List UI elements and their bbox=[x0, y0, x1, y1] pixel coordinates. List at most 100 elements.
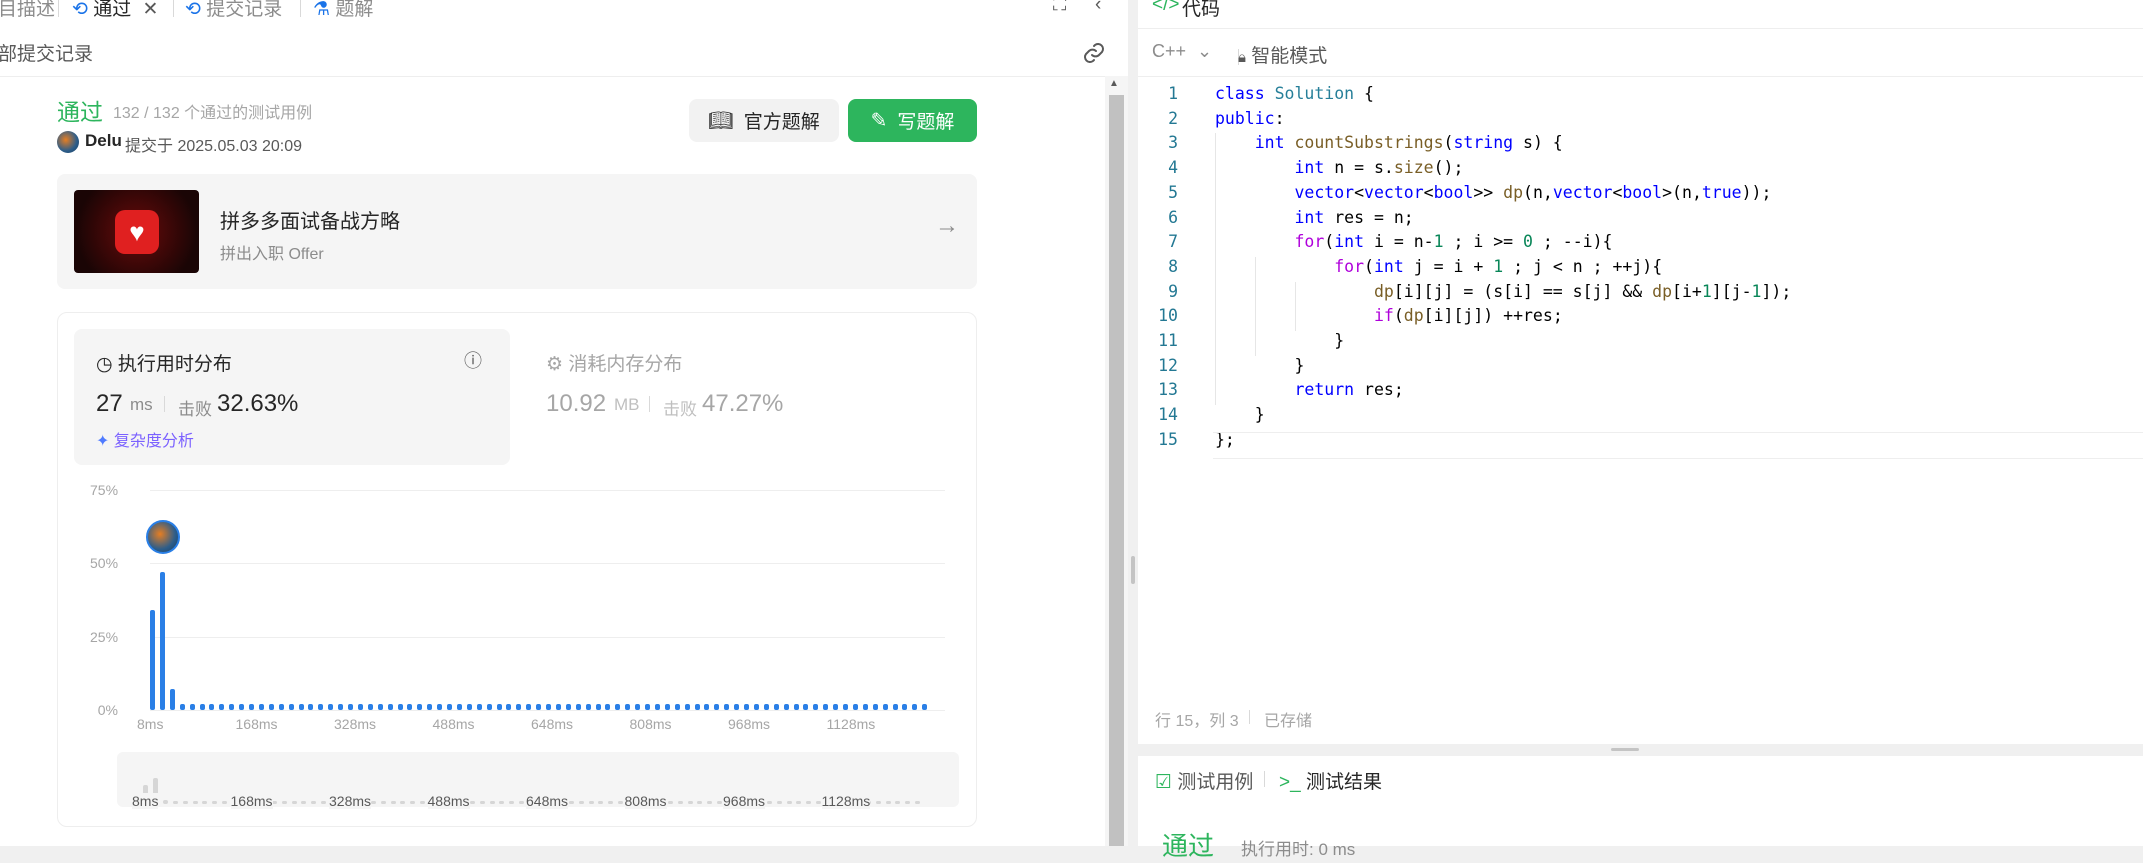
code-line[interactable]: 14 } bbox=[1138, 405, 2143, 430]
code-text: int n = s.size(); bbox=[1294, 158, 1464, 178]
runtime-card[interactable]: ◷ 执行用时分布 ⓘ 27 ms 击败 32.63% ✦ 复杂度分析 bbox=[74, 329, 510, 465]
line-number: 7 bbox=[1168, 232, 1178, 252]
code-line[interactable]: 2 public: bbox=[1138, 109, 2143, 134]
edit-icon: ✎ bbox=[870, 110, 888, 132]
code-line[interactable]: 9 dp[i][j] = (s[i] == s[j] && dp[i+1][j-… bbox=[1138, 282, 2143, 307]
clock-icon: ◷ bbox=[96, 354, 113, 375]
divider bbox=[164, 396, 165, 412]
code-line[interactable]: 5 vector<vector<bool>> dp(n,vector<bool>… bbox=[1138, 183, 2143, 208]
divider bbox=[1264, 771, 1265, 787]
current-line-highlight bbox=[1213, 432, 2143, 459]
arrow-right-icon[interactable]: → bbox=[935, 212, 959, 240]
memory-beat-value: 47.27% bbox=[702, 390, 784, 417]
language-select[interactable]: C++ ⌄ bbox=[1152, 41, 1212, 62]
code-line[interactable]: 4 int n = s.size(); bbox=[1138, 158, 2143, 183]
runtime-title: ◷ 执行用时分布 bbox=[96, 349, 232, 376]
tab-solutions[interactable]: ⚗ 题解 bbox=[313, 0, 373, 21]
scroll-up-icon[interactable]: ▲ bbox=[1109, 78, 1119, 89]
resize-handle[interactable] bbox=[1611, 748, 1639, 751]
tab-accepted[interactable]: ⟲ 通过 ✕ bbox=[72, 0, 158, 21]
link-icon[interactable] bbox=[1082, 41, 1106, 65]
code-line[interactable]: 11 } bbox=[1138, 331, 2143, 356]
scrollbar-thumb[interactable] bbox=[1109, 95, 1124, 846]
line-number: 8 bbox=[1168, 256, 1178, 276]
official-solution-label: 官方题解 bbox=[743, 112, 820, 133]
line-number: 15 bbox=[1158, 429, 1178, 449]
code-text: vector<vector<bool>> dp(n,vector<bool>(n… bbox=[1294, 182, 1772, 202]
editor-header: </> 代码 bbox=[1138, 0, 2143, 29]
testcase-count: 132 / 132 个通过的测试用例 bbox=[113, 105, 313, 122]
divider bbox=[1249, 710, 1250, 724]
code-line[interactable]: 7 for(int i = n-1 ; i >= 0 ; --i){ bbox=[1138, 232, 2143, 257]
complexity-label: 复杂度分析 bbox=[113, 433, 194, 450]
console-resizer[interactable] bbox=[1138, 744, 2143, 756]
ad-banner[interactable]: ♥ 拼多多面试备战方略 拼出入职 Offer → bbox=[57, 174, 977, 289]
tab-separator bbox=[300, 0, 301, 17]
collapse-icon[interactable]: ‹ bbox=[1095, 0, 1101, 16]
line-number: 10 bbox=[1158, 306, 1178, 326]
code-line[interactable]: 13 return res; bbox=[1138, 380, 2143, 405]
save-status: 已存储 bbox=[1264, 713, 1313, 730]
terminal-icon: >_ bbox=[1279, 772, 1301, 793]
console-status: 通过 bbox=[1162, 831, 1215, 861]
submission-subbar: 部提交记录 bbox=[0, 36, 1128, 77]
memory-unit: MB bbox=[614, 395, 640, 414]
runtime-beat-value: 32.63% bbox=[217, 390, 299, 417]
divider bbox=[649, 396, 650, 412]
smart-mode-toggle[interactable]: 🔒︎ 智能模式 bbox=[1238, 41, 1327, 68]
code-line[interactable]: 1 class Solution { bbox=[1138, 84, 2143, 109]
line-number: 12 bbox=[1158, 355, 1178, 375]
ad-title: 拼多多面试备战方略 bbox=[220, 211, 400, 233]
memory-card[interactable]: ⚙ 消耗内存分布 10.92 MB 击败 47.27% bbox=[528, 329, 968, 465]
code-editor[interactable]: 1 class Solution {2 public: 3 int countSubs… bbox=[1138, 84, 2143, 464]
indent-guide bbox=[1215, 133, 1216, 406]
indent-guide bbox=[1255, 256, 1256, 356]
avatar[interactable] bbox=[57, 131, 79, 153]
language-label: C++ bbox=[1152, 41, 1187, 61]
memory-title: ⚙ 消耗内存分布 bbox=[546, 349, 682, 376]
code-line[interactable]: 10 if(dp[i][j]) ++res; bbox=[1138, 306, 2143, 331]
tab-testcases[interactable]: ☑ 测试用例 bbox=[1155, 767, 1253, 794]
write-solution-button[interactable]: ✎ 写题解 bbox=[848, 99, 977, 142]
username[interactable]: Delu bbox=[85, 131, 122, 151]
tab-bar: 目描述 ⟲ 通过 ✕ ⟲ 提交记录 ⚗ 题解 ⛶ ‹ bbox=[0, 0, 1128, 21]
code-text: class Solution { bbox=[1215, 84, 1374, 103]
editor-statusbar: 行 15，列 3 已存储 bbox=[1138, 700, 2143, 736]
code-text: } bbox=[1215, 331, 1345, 350]
chevron-down-icon: ⌄ bbox=[1197, 41, 1213, 61]
ad-subtitle: 拼出入职 Offer bbox=[220, 246, 324, 263]
code-text: if(dp[i][j]) ++res; bbox=[1373, 306, 1563, 326]
ad-image: ♥ bbox=[74, 190, 199, 273]
runtime-value: 27 bbox=[96, 390, 123, 417]
tab-description[interactable]: 目描述 bbox=[0, 0, 55, 21]
code-text: dp[i][j] = (s[i] == s[j] && dp[i+1][j-1]… bbox=[1373, 281, 1792, 301]
code-line[interactable]: 6 int res = n; bbox=[1138, 208, 2143, 233]
code-text: return res; bbox=[1294, 380, 1404, 400]
all-submissions-link[interactable]: 部提交记录 bbox=[0, 39, 93, 66]
code-line[interactable]: 3 int countSubstrings(string s) { bbox=[1138, 133, 2143, 158]
close-icon[interactable]: ✕ bbox=[143, 0, 159, 20]
chart-range-overview[interactable] bbox=[117, 752, 959, 807]
official-solution-button[interactable]: 📖︎ 官方题解 bbox=[689, 99, 839, 142]
resize-handle[interactable] bbox=[1131, 556, 1135, 584]
left-pane: 目描述 ⟲ 通过 ✕ ⟲ 提交记录 ⚗ 题解 ⛶ ‹ 部提交记录 通过 132 … bbox=[0, 0, 1128, 846]
console-runtime: 执行用时: 0 ms bbox=[1241, 840, 1356, 859]
complexity-analysis-link[interactable]: ✦ 复杂度分析 bbox=[96, 427, 194, 451]
runtime-beat-label: 击败 bbox=[178, 400, 212, 419]
editor-title: 代码 bbox=[1182, 0, 1221, 20]
pane-resizer[interactable] bbox=[1128, 0, 1138, 846]
code-text: for(int i = n-1 ; i >= 0 ; --i){ bbox=[1294, 232, 1613, 252]
memory-beat-label: 击败 bbox=[663, 400, 697, 419]
code-line[interactable]: 12 } bbox=[1138, 356, 2143, 381]
line-number: 5 bbox=[1168, 182, 1178, 202]
tab-submissions[interactable]: ⟲ 提交记录 bbox=[185, 0, 282, 21]
code-text: for(int j = i + 1 ; j < n ; ++j){ bbox=[1334, 256, 1663, 276]
code-line[interactable]: 8 for(int j = i + 1 ; j < n ; ++j){ bbox=[1138, 257, 2143, 282]
runtime-unit: ms bbox=[130, 395, 153, 414]
fullscreen-icon[interactable]: ⛶ bbox=[1053, 0, 1066, 16]
indent-guide bbox=[1295, 281, 1296, 331]
tab-test-result[interactable]: >_ 测试结果 bbox=[1279, 767, 1382, 794]
line-number: 9 bbox=[1168, 281, 1178, 301]
tab-solutions-label: 题解 bbox=[335, 0, 374, 20]
info-icon[interactable]: ⓘ bbox=[464, 347, 482, 373]
